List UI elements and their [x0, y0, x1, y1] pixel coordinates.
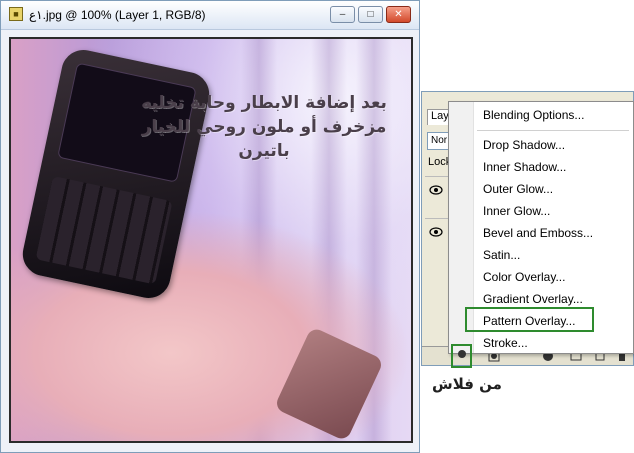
window-controls: – □ ✕ [330, 6, 411, 23]
canvas-text-line: مزخرف أو ملون روحي للخيار [141, 117, 387, 137]
menu-item-satin[interactable]: Satin... [483, 248, 520, 262]
canvas-text-line: باتيرن [238, 141, 290, 161]
menu-item-inner-shadow[interactable]: Inner Shadow... [483, 160, 566, 174]
menu-item-bevel-emboss[interactable]: Bevel and Emboss... [483, 226, 593, 240]
pattern-overlay-highlight [465, 307, 594, 332]
document-window: ■ ١ع.jpg @ 100% (Layer 1, RGB/8) – □ ✕ ب… [0, 0, 420, 453]
menu-item-drop-shadow[interactable]: Drop Shadow... [483, 138, 565, 152]
fx-layer-style-icon[interactable] [457, 349, 467, 359]
menu-item-gradient-overlay[interactable]: Gradient Overlay... [483, 292, 583, 306]
image-canvas[interactable]: بعد إضافة الابطار وحابة تخليه مزخرف أو م… [9, 37, 413, 443]
menu-item-blending-options[interactable]: Blending Options... [483, 108, 584, 122]
canvas-text-line: بعد إضافة الابطار وحابة تخليه [141, 93, 387, 113]
jpg-document-icon: ■ [9, 7, 23, 21]
document-title: ١ع.jpg @ 100% (Layer 1, RGB/8) [29, 8, 206, 22]
eye-icon[interactable] [429, 185, 443, 195]
document-titlebar[interactable]: ■ ١ع.jpg @ 100% (Layer 1, RGB/8) – □ ✕ [1, 1, 419, 30]
menu-item-color-overlay[interactable]: Color Overlay... [483, 270, 565, 284]
eye-icon[interactable] [429, 227, 443, 237]
annotation-label: من فلاش [432, 375, 502, 393]
close-button[interactable]: ✕ [386, 6, 411, 23]
menu-item-stroke[interactable]: Stroke... [483, 336, 528, 350]
menu-item-outer-glow[interactable]: Outer Glow... [483, 182, 553, 196]
menu-item-inner-glow[interactable]: Inner Glow... [483, 204, 550, 218]
minimize-button[interactable]: – [330, 6, 355, 23]
menu-separator [477, 130, 629, 131]
canvas-arabic-text: بعد إضافة الابطار وحابة تخليه مزخرف أو م… [129, 91, 399, 163]
maximize-button[interactable]: □ [358, 6, 383, 23]
